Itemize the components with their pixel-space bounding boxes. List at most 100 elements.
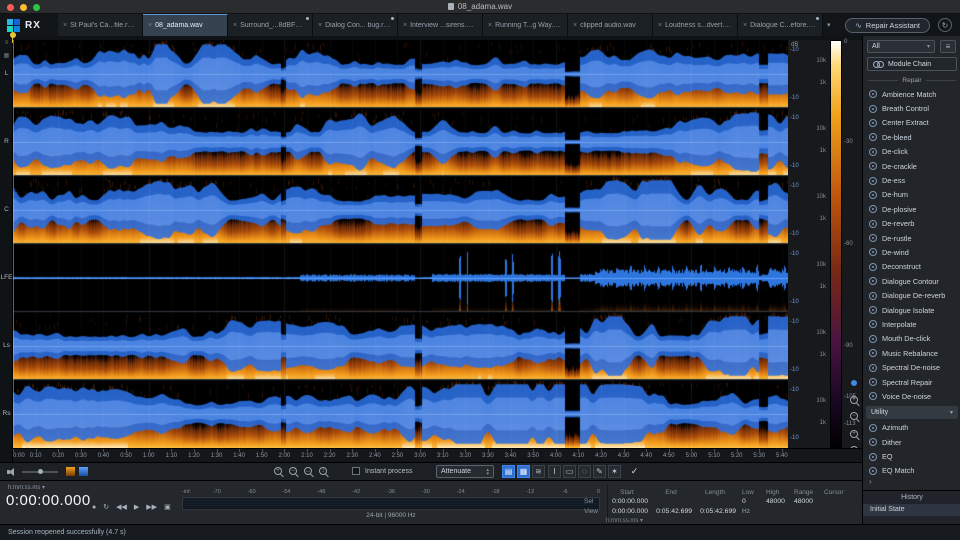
zoom-out-icon[interactable]: − (289, 467, 297, 475)
module-item[interactable]: Voice De-noise (863, 389, 960, 403)
module-item[interactable]: EQ (863, 449, 960, 463)
frequency-value-field[interactable]: 48000 (766, 498, 785, 505)
file-tab[interactable]: × Interview ...sirens.wav (398, 14, 483, 36)
module-item-label: Dialogue De-reverb (882, 291, 946, 301)
playhead-marker[interactable] (10, 32, 16, 43)
spectrogram-amplitude-legend[interactable] (830, 40, 842, 448)
file-tab[interactable]: × Surround_...8dBFS.wav (228, 14, 313, 36)
minimize-window-button[interactable] (20, 4, 27, 11)
left-rail-layout-icon[interactable]: ▦ (2, 52, 11, 59)
module-item[interactable]: De-click (863, 145, 960, 159)
brush-selection-button[interactable]: ✎ (593, 465, 606, 478)
close-tab-icon[interactable]: × (318, 22, 322, 29)
timeline-label: 2:00 (278, 453, 291, 459)
close-tab-icon[interactable]: × (658, 22, 662, 29)
module-item[interactable]: Ambience Match (863, 87, 960, 101)
close-window-button[interactable] (7, 4, 14, 11)
file-tab[interactable]: × St Paul's Ca...file.rxdoc (58, 14, 143, 36)
module-item[interactable]: De-plosive (863, 202, 960, 216)
module-item[interactable]: Deconstruct (863, 260, 960, 274)
close-tab-icon[interactable]: × (233, 22, 237, 29)
selection-value-field[interactable]: 0:00:00.000 (606, 498, 648, 505)
timeline-ruler[interactable]: 0:00 0:10 0:20 0:30 0:40 0:50 1:00 1:10 1:20 1:30… (13, 448, 788, 462)
module-list-options-button[interactable]: ≡ (940, 40, 956, 53)
find-similar-button[interactable]: ✓ (628, 465, 641, 478)
time-frequency-selection-button[interactable]: ▭ (563, 465, 576, 478)
module-item[interactable]: Music Rebalance (863, 346, 960, 360)
history-item[interactable]: Initial State (863, 504, 960, 516)
module-item-label: EQ (882, 452, 893, 462)
spinner-arrows-icon[interactable]: ▴ ▾ (486, 467, 489, 476)
section-header-utility[interactable]: Utility ▾ (866, 405, 958, 419)
module-item[interactable]: Dialogue Isolate (863, 303, 960, 317)
timeline-label: 0:00 (13, 453, 25, 459)
monitor-volume-slider[interactable] (22, 469, 58, 474)
module-item[interactable]: De-rustle (863, 231, 960, 245)
module-filter-dropdown[interactable]: All ▾ (867, 40, 935, 53)
combined-view-button[interactable]: ▤ (502, 465, 515, 478)
waveform-view-button[interactable]: ≋ (532, 465, 545, 478)
close-tab-icon[interactable]: × (63, 22, 67, 29)
speaker-icon[interactable] (7, 468, 17, 477)
frequency-value-field[interactable]: 48000 (794, 498, 813, 505)
file-tab[interactable]: × Dialogue C...efore.wav (738, 14, 823, 36)
file-tab[interactable]: × Loudness s...dvert.wav (653, 14, 738, 36)
waveform-opacity-icon[interactable] (79, 467, 88, 476)
spectrogram-opacity-icon[interactable] (66, 467, 75, 476)
module-item[interactable]: De-crackle (863, 159, 960, 173)
zoom-window-button[interactable] (33, 4, 40, 11)
module-item[interactable]: EQ Match (863, 464, 960, 476)
zoom-horizontal-icon[interactable]: ↔ (304, 467, 312, 475)
lasso-selection-button[interactable]: ◌ (578, 465, 591, 478)
process-mode-dropdown[interactable]: Attenuate ▴ ▾ (436, 465, 494, 478)
module-item[interactable]: Spectral Repair (863, 375, 960, 389)
module-item[interactable]: Dialogue Contour (863, 274, 960, 288)
spectrogram-view-button[interactable]: ▦ (517, 465, 530, 478)
module-item[interactable]: De-hum (863, 188, 960, 202)
selection-value-field[interactable]: 0:05:42.699 (694, 508, 736, 515)
file-tab[interactable]: × 08_adama.wav (143, 14, 228, 36)
zoom-vertical-icon[interactable]: ↕ (319, 467, 327, 475)
file-tab[interactable]: × Running T...g Way.mp4 (483, 14, 568, 36)
module-chain-button[interactable]: Module Chain (867, 57, 957, 71)
selection-value-field[interactable]: 0:05:42.699 (650, 508, 692, 515)
frequency-unit-label[interactable]: Hz (742, 508, 750, 515)
module-item[interactable]: Dialogue De-reverb (863, 288, 960, 302)
module-item[interactable]: De-reverb (863, 217, 960, 231)
module-item[interactable]: Mouth De-click (863, 332, 960, 346)
window-titlebar[interactable]: 08_adama.wav (0, 0, 960, 14)
zoom-out-vertical-icon[interactable]: − (850, 412, 858, 420)
close-tab-icon[interactable]: × (488, 22, 492, 29)
selection-format-label[interactable]: h:mm:ss.ms ▾ (606, 517, 643, 524)
vertical-zoom-slider[interactable] (851, 380, 857, 386)
module-item[interactable]: Azimuth (863, 421, 960, 435)
instant-process-checkbox[interactable] (352, 467, 360, 475)
selection-value-field[interactable]: 0:00:00.000 (606, 508, 648, 515)
file-tab[interactable]: × clipped audio.wav (568, 14, 653, 36)
left-rail-menu-icon[interactable]: ≡ (2, 40, 11, 46)
frequency-value-field[interactable]: 0 (742, 498, 746, 505)
panel-expand-icon[interactable]: › (869, 477, 872, 486)
module-item[interactable]: De-bleed (863, 130, 960, 144)
close-tab-icon[interactable]: × (148, 22, 152, 29)
time-selection-button[interactable]: I (548, 465, 561, 478)
module-item[interactable]: Breath Control (863, 101, 960, 115)
close-tab-icon[interactable]: × (573, 22, 577, 29)
zoom-in-vertical-icon[interactable]: + (850, 396, 858, 404)
module-item[interactable]: De-wind (863, 245, 960, 259)
close-tab-icon[interactable]: × (403, 22, 407, 29)
magic-wand-button[interactable]: ✶ (608, 465, 621, 478)
spectrogram-display[interactable] (13, 40, 788, 448)
close-tab-icon[interactable]: × (743, 22, 747, 29)
repair-assistant-button[interactable]: ∿ Repair Assistant (845, 17, 930, 33)
zoom-in-icon[interactable]: + (274, 467, 282, 475)
file-tab[interactable]: × Dialog Con... bug.rxdoc (313, 14, 398, 36)
module-item[interactable]: Dither (863, 435, 960, 449)
module-item[interactable]: Spectral De-noise (863, 360, 960, 374)
zoom-in-frequency-icon[interactable]: + (850, 430, 858, 438)
channel-scale: -10 10k 1k -10 (788, 40, 830, 108)
module-item[interactable]: Interpolate (863, 317, 960, 331)
module-item[interactable]: Center Extract (863, 116, 960, 130)
round-trip-icon[interactable]: ↻ (938, 18, 952, 32)
module-item[interactable]: De-ess (863, 173, 960, 187)
